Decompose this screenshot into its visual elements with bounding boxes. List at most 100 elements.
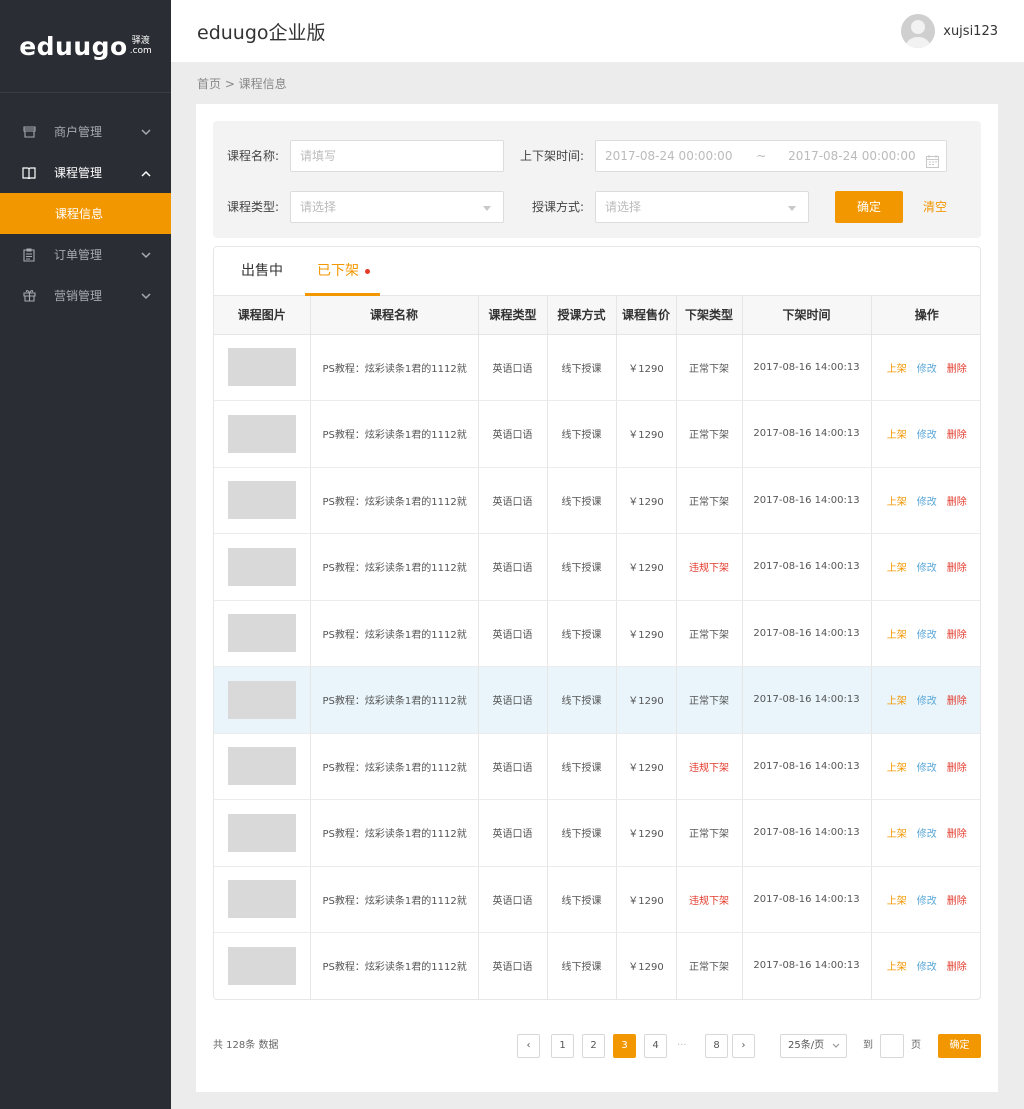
user-menu[interactable]: xujsi123	[901, 14, 998, 48]
delete-link[interactable]: 删除	[947, 426, 967, 441]
logo[interactable]: eduugo 驿渡 .com	[0, 0, 171, 93]
relist-link[interactable]: 上架	[887, 426, 907, 441]
sidebar-item-label: 商户管理	[54, 125, 103, 139]
course-thumbnail[interactable]	[227, 614, 296, 653]
teaching-mode-select[interactable]: 请选择	[595, 191, 809, 223]
sidebar-item-course[interactable]: 课程管理	[0, 152, 171, 193]
caret-down-icon	[483, 192, 491, 222]
edit-link[interactable]: 修改	[917, 426, 937, 441]
sidebar-subitem-course-info[interactable]: 课程信息	[0, 193, 171, 234]
course-name: PS教程：炫彩读条1君的1112就	[310, 666, 479, 734]
teaching-mode-placeholder: 请选择	[605, 200, 642, 214]
time-end: 2017-08-24 00:00:00	[788, 149, 916, 163]
off-shelf-time: 2017-08-16 14:00:13	[742, 600, 872, 667]
time-range-label: 上下架时间:	[520, 149, 585, 163]
time-range-picker[interactable]: 2017-08-24 00:00:00 ~ 2017-08-24 00:00:0…	[595, 140, 947, 172]
course-thumbnail[interactable]	[227, 747, 296, 786]
edit-link[interactable]: 修改	[917, 559, 937, 574]
goto-label: 到	[863, 1040, 873, 1051]
delete-link[interactable]: 删除	[947, 692, 967, 707]
relist-link[interactable]: 上架	[887, 692, 907, 707]
tab-off-shelf-label: 已下架	[317, 263, 359, 279]
page-2[interactable]: 2	[582, 1034, 605, 1058]
course-type-placeholder: 请选择	[300, 200, 337, 214]
course-image-cell	[214, 600, 311, 667]
store-icon	[22, 125, 36, 139]
teaching-mode: 线下授课	[547, 733, 617, 800]
page-8[interactable]: 8	[705, 1034, 728, 1058]
actions-cell: 上架 修改 删除	[871, 799, 980, 867]
prev-page-button[interactable]: ‹	[517, 1034, 540, 1058]
delete-link[interactable]: 删除	[947, 958, 967, 973]
chevron-down-icon	[832, 1035, 840, 1057]
edit-link[interactable]: 修改	[917, 626, 937, 641]
off-shelf-type: 正常下架	[676, 600, 743, 667]
course-type: 英语口语	[478, 932, 548, 999]
course-thumbnail[interactable]	[227, 813, 296, 852]
edit-link[interactable]: 修改	[917, 958, 937, 973]
page-size-select[interactable]: 25条/页	[780, 1034, 847, 1058]
edit-link[interactable]: 修改	[917, 759, 937, 774]
course-price: ￥1290	[616, 932, 677, 999]
course-thumbnail[interactable]	[227, 414, 296, 453]
relist-link[interactable]: 上架	[887, 493, 907, 508]
delete-link[interactable]: 删除	[947, 825, 967, 840]
tab-off-shelf[interactable]: 已下架	[305, 247, 380, 296]
course-name: PS教程：炫彩读条1君的1112就	[310, 932, 479, 999]
edit-link[interactable]: 修改	[917, 825, 937, 840]
col-header-price: 课程售价	[616, 296, 677, 335]
course-price: ￥1290	[616, 799, 677, 867]
next-page-button[interactable]: ›	[732, 1034, 755, 1058]
off-shelf-type: 正常下架	[676, 467, 743, 534]
delete-link[interactable]: 删除	[947, 626, 967, 641]
course-thumbnail[interactable]	[227, 348, 296, 387]
course-table-card: 出售中 已下架 课程图片 课程名称 课程类型 授课方式 课程售价 下架类型 下架…	[213, 246, 981, 1000]
relist-link[interactable]: 上架	[887, 825, 907, 840]
sidebar-item-merchant[interactable]: 商户管理	[0, 111, 171, 152]
avatar[interactable]	[901, 14, 936, 48]
table-row: PS教程：炫彩读条1君的1112就 英语口语 线下授课 ￥1290 正常下架 2017-0…	[214, 467, 980, 534]
goto-page-input[interactable]	[880, 1034, 904, 1058]
page-3-current[interactable]: 3	[613, 1034, 636, 1058]
page-1[interactable]: 1	[551, 1034, 574, 1058]
col-header-mode: 授课方式	[547, 296, 617, 335]
course-thumbnail[interactable]	[227, 946, 296, 985]
course-thumbnail[interactable]	[227, 880, 296, 919]
delete-link[interactable]: 删除	[947, 493, 967, 508]
sidebar-item-marketing[interactable]: 营销管理	[0, 275, 171, 316]
delete-link[interactable]: 删除	[947, 559, 967, 574]
caret-down-icon	[788, 192, 796, 222]
edit-link[interactable]: 修改	[917, 360, 937, 375]
course-thumbnail[interactable]	[227, 680, 296, 719]
delete-link[interactable]: 删除	[947, 759, 967, 774]
edit-link[interactable]: 修改	[917, 692, 937, 707]
course-name-input[interactable]: 请填写	[290, 140, 504, 172]
course-thumbnail[interactable]	[227, 481, 296, 520]
edit-link[interactable]: 修改	[917, 493, 937, 508]
sidebar-item-order[interactable]: 订单管理	[0, 234, 171, 275]
course-image-cell	[214, 400, 311, 468]
time-separator: ~	[756, 149, 767, 163]
course-type-label: 课程类型:	[227, 200, 280, 214]
course-image-cell	[214, 467, 311, 534]
goto-confirm-button[interactable]: 确定	[938, 1034, 981, 1058]
actions-cell: 上架 修改 删除	[871, 932, 980, 999]
page-4[interactable]: 4	[644, 1034, 667, 1058]
delete-link[interactable]: 删除	[947, 360, 967, 375]
relist-link[interactable]: 上架	[887, 892, 907, 907]
relist-link[interactable]: 上架	[887, 958, 907, 973]
relist-link[interactable]: 上架	[887, 759, 907, 774]
tab-on-sale[interactable]: 出售中	[241, 247, 283, 296]
relist-link[interactable]: 上架	[887, 360, 907, 375]
teaching-mode: 线下授课	[547, 600, 617, 667]
course-name: PS教程：炫彩读条1君的1112就	[310, 533, 479, 601]
relist-link[interactable]: 上架	[887, 559, 907, 574]
edit-link[interactable]: 修改	[917, 892, 937, 907]
course-thumbnail[interactable]	[227, 547, 296, 586]
filter-clear-button[interactable]: 清空	[923, 191, 947, 223]
relist-link[interactable]: 上架	[887, 626, 907, 641]
filter-confirm-button[interactable]: 确定	[835, 191, 903, 223]
sidebar-item-label: 课程管理	[54, 166, 103, 180]
course-type-select[interactable]: 请选择	[290, 191, 504, 223]
delete-link[interactable]: 删除	[947, 892, 967, 907]
